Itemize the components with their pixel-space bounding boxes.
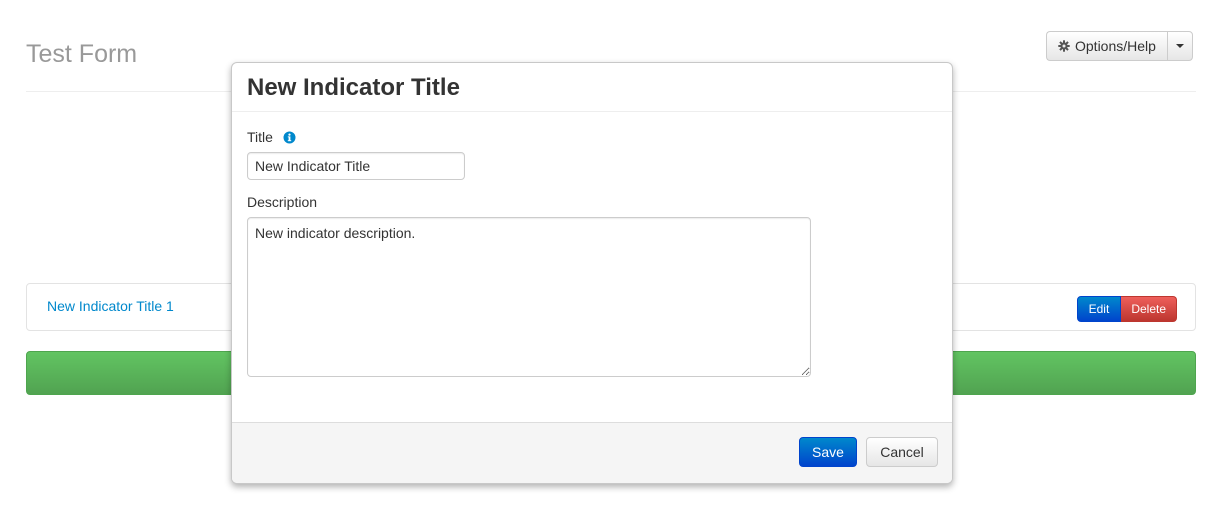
page-title: Test Form <box>26 40 138 68</box>
modal-header: New Indicator Title <box>232 63 952 112</box>
indicator-actions: Edit Delete <box>1076 296 1177 322</box>
title-label: Title <box>247 129 273 145</box>
description-label: Description <box>247 194 318 210</box>
options-help-button[interactable]: Options/Help <box>1046 31 1167 61</box>
edit-button[interactable]: Edit <box>1076 296 1122 322</box>
modal-footer: Save Cancel <box>232 422 952 483</box>
caret-down-icon <box>1175 44 1184 48</box>
description-textarea[interactable]: New indicator description. <box>247 217 811 377</box>
options-help-label: Options/Help <box>1075 38 1156 54</box>
options-help-button-group: Options/Help <box>1046 31 1193 61</box>
modal-title: New Indicator Title <box>247 74 460 101</box>
new-indicator-modal: New Indicator Title Title Description Ne… <box>231 62 953 484</box>
cancel-button[interactable]: Cancel <box>866 437 938 467</box>
delete-button[interactable]: Delete <box>1121 296 1177 322</box>
save-button[interactable]: Save <box>799 437 857 467</box>
indicator-title-link[interactable]: New Indicator Title 1 <box>47 298 174 314</box>
gear-icon <box>1058 40 1070 52</box>
options-dropdown-toggle[interactable] <box>1166 31 1193 61</box>
title-input[interactable] <box>247 152 465 180</box>
info-icon[interactable] <box>283 131 296 149</box>
